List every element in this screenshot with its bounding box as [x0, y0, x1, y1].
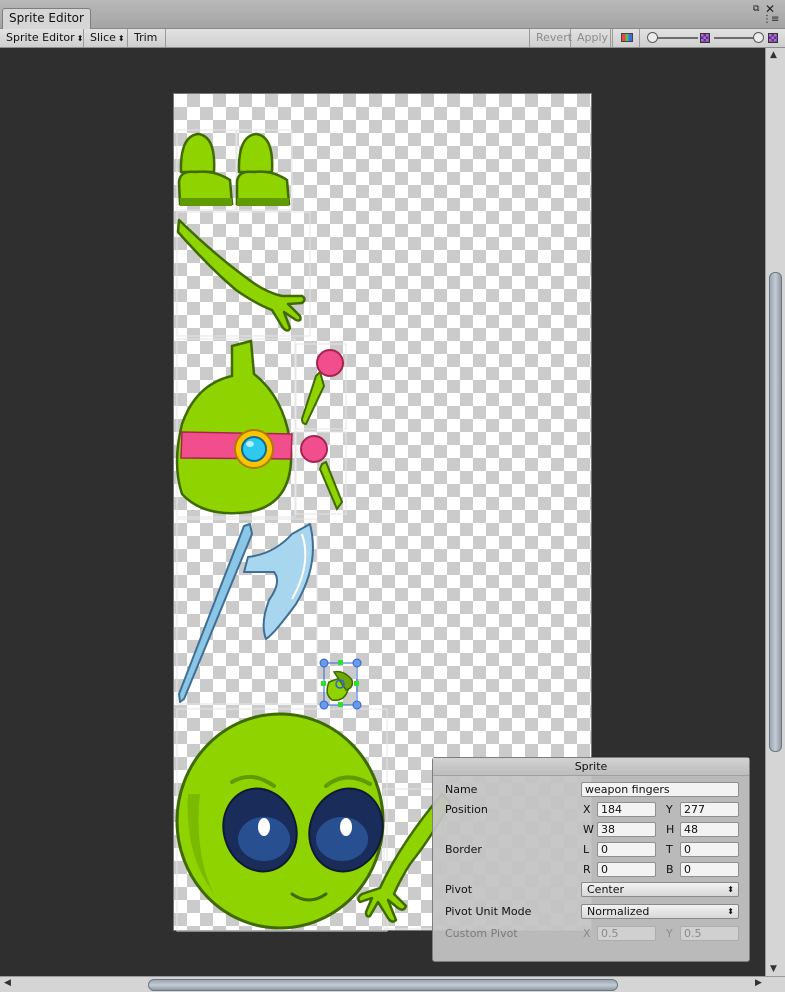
border-label: Border	[445, 843, 482, 856]
maximize-icon[interactable]: ⧉	[753, 4, 759, 14]
tab-sprite-editor[interactable]: Sprite Editor	[2, 8, 91, 29]
custom-pivot-x-field[interactable]: 0.5	[597, 926, 656, 941]
pivot-unit-mode-label: Pivot Unit Mode	[445, 905, 532, 918]
rgb-channels-icon	[621, 33, 633, 42]
mode-dropdown-label: Sprite Editor	[6, 31, 75, 44]
x-label: X	[583, 803, 591, 816]
pivot-dropdown-value: Center	[587, 883, 625, 896]
panel-title: Sprite	[433, 758, 749, 776]
r-label: R	[583, 863, 591, 876]
border-top-field[interactable]: 0	[680, 842, 739, 857]
dropdown-arrow-icon: ⬍	[76, 34, 84, 43]
dropdown-arrow-icon: ⬍	[727, 885, 734, 894]
position-label: Position	[445, 803, 488, 816]
dropdown-arrow-icon: ⬍	[727, 907, 734, 916]
custom-pivot-label: Custom Pivot	[445, 927, 518, 940]
y-label: Y	[666, 803, 673, 816]
h-field[interactable]: 48	[680, 822, 739, 837]
revert-button[interactable]: Revert	[529, 29, 572, 47]
window-menu-icon[interactable]: ⋮≡	[762, 14, 779, 25]
w-label: W	[583, 823, 594, 836]
window-controls: ⧉ ✕ ⋮≡	[753, 2, 779, 27]
selected-sprite-weapon-fingers	[319, 658, 362, 710]
mip-slider-knob[interactable]	[753, 32, 764, 43]
custom-pivot-y-field[interactable]: 0.5	[680, 926, 739, 941]
slice-dropdown-label: Slice	[90, 31, 116, 44]
pivot-unit-mode-value: Normalized	[587, 905, 650, 918]
apply-button[interactable]: Apply	[571, 29, 611, 47]
scroll-down-icon[interactable]: ▼	[770, 964, 777, 974]
name-field[interactable]: weapon fingers	[581, 782, 739, 797]
dropdown-arrow-icon: ⬍	[117, 34, 125, 43]
trim-button[interactable]: Trim	[128, 29, 166, 47]
b-label: B	[666, 863, 674, 876]
t-label: T	[666, 843, 673, 856]
tab-bar: Sprite Editor ⧉ ✕ ⋮≡	[0, 0, 785, 29]
w-field[interactable]: 38	[597, 822, 656, 837]
h-label: H	[666, 823, 675, 836]
mip-high-icon	[768, 33, 778, 43]
vertical-scrollbar[interactable]: ▲ ▼	[765, 48, 785, 976]
sprite-editor-window: Sprite Editor ⧉ ✕ ⋮≡ Sprite Editor ⬍ Slic…	[0, 0, 785, 992]
x-field[interactable]: 184	[597, 802, 656, 817]
body-sprite	[175, 339, 293, 515]
name-label: Name	[445, 783, 478, 796]
arm-sprite	[176, 218, 306, 332]
custom-pivot-y-label: Y	[666, 927, 673, 940]
zoom-slider-knob[interactable]	[647, 32, 658, 43]
y-field[interactable]: 277	[680, 802, 739, 817]
horizontal-scrollbar[interactable]: ◀ ▶	[0, 976, 785, 992]
mode-dropdown[interactable]: Sprite Editor ⬍	[0, 29, 84, 47]
pivot-dropdown[interactable]: Center ⬍	[581, 882, 739, 897]
toolbar: Sprite Editor ⬍ Slice ⬍ Trim Revert Apply	[0, 29, 785, 48]
scroll-up-icon[interactable]: ▲	[770, 50, 777, 60]
sprite-properties-panel: Sprite Name weapon fingers Position X 18…	[432, 757, 750, 962]
border-right-field[interactable]: 0	[597, 862, 656, 877]
color-channel-toggle[interactable]	[612, 29, 640, 47]
slice-dropdown[interactable]: Slice ⬍	[84, 29, 128, 47]
border-bottom-field[interactable]: 0	[680, 862, 739, 877]
mip-low-icon	[700, 33, 710, 43]
pivot-unit-mode-dropdown[interactable]: Normalized ⬍	[581, 904, 739, 919]
border-left-field[interactable]: 0	[597, 842, 656, 857]
vertical-scroll-thumb[interactable]	[769, 272, 782, 752]
l-label: L	[583, 843, 590, 856]
horizontal-scroll-thumb[interactable]	[148, 979, 618, 991]
scroll-left-icon[interactable]: ◀	[4, 978, 11, 988]
custom-pivot-x-label: X	[583, 927, 591, 940]
scroll-right-icon[interactable]: ▶	[755, 978, 762, 988]
pivot-label: Pivot	[445, 883, 473, 896]
axe-sprite	[178, 523, 314, 703]
feet-sprites	[177, 132, 291, 206]
